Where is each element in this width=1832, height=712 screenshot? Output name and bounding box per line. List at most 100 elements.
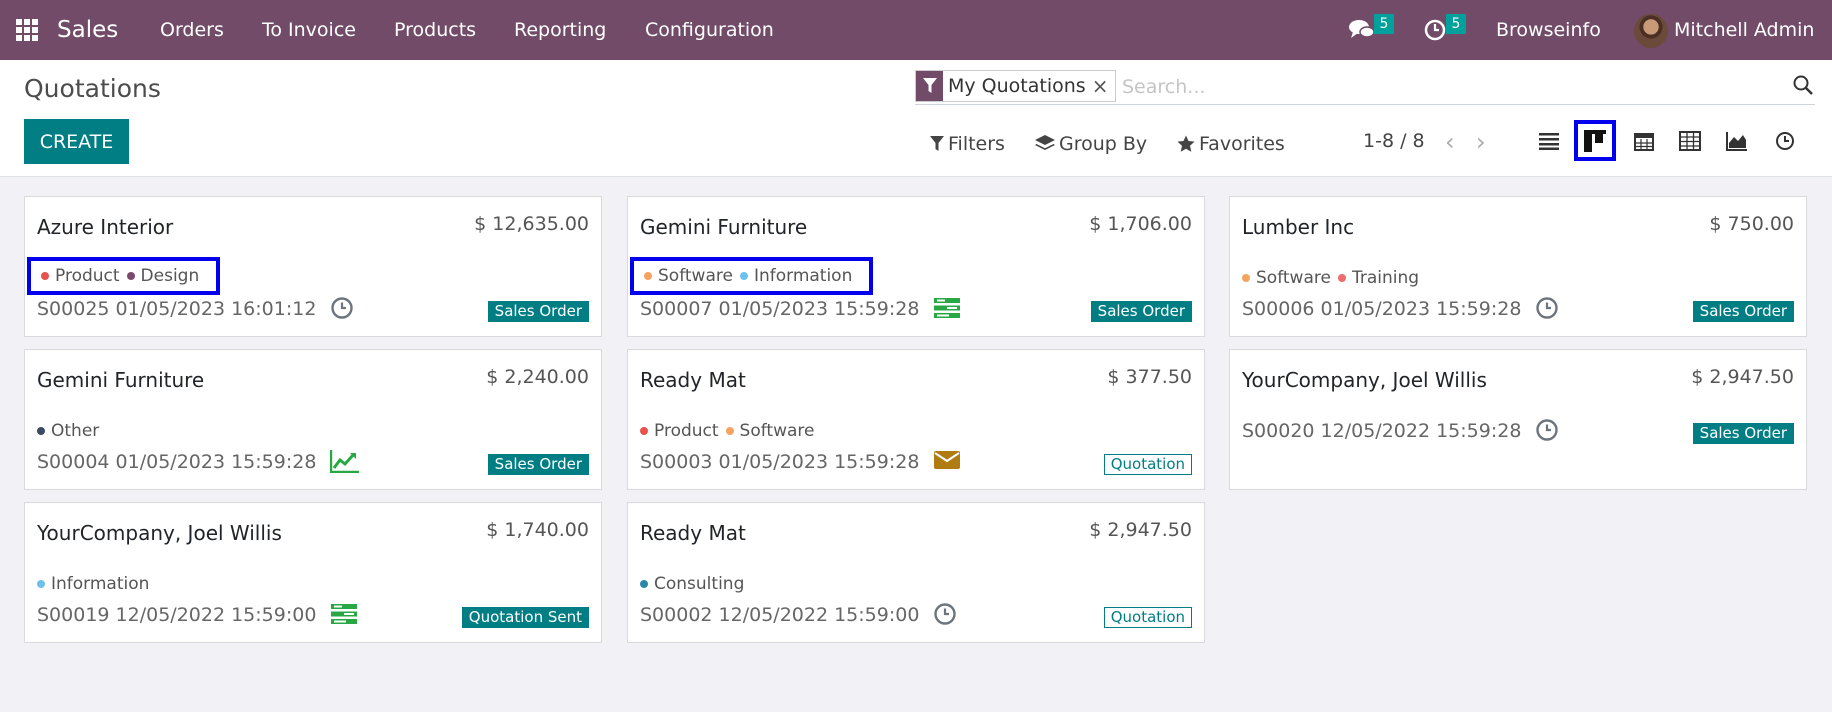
search-bar: My Quotations × [915, 70, 1815, 105]
kanban-card[interactable]: Lumber Inc $ 750.00 Software Training S00006… [1229, 196, 1807, 337]
clock-icon [1424, 19, 1446, 41]
kanban-icon [1584, 129, 1606, 152]
status-badge: Sales Order [1692, 423, 1794, 444]
star-icon [1177, 135, 1195, 152]
card-reference: S00025 01/05/2023 16:01:12 [37, 298, 317, 320]
card-reference: S00007 01/05/2023 15:59:28 [640, 298, 920, 320]
tag-color-dot [126, 272, 135, 280]
menu-orders[interactable]: Orders [160, 0, 224, 60]
card-reference: S00019 12/05/2022 15:59:00 [37, 604, 317, 626]
card-reference: S00006 01/05/2023 15:59:28 [1242, 298, 1522, 320]
user-menu[interactable]: Mitchell Admin [1674, 0, 1814, 60]
clock-icon[interactable] [933, 602, 957, 630]
card-amount: $ 2,947.50 [1089, 519, 1192, 541]
card-customer: YourCompany, Joel Willis [1242, 368, 1487, 392]
kanban-card[interactable]: Ready Mat $ 377.50 Product Software S00003 0… [627, 349, 1205, 490]
status-badge: Sales Order [1090, 301, 1192, 322]
tag-label: Training [1351, 268, 1420, 288]
status-badge: Quotation [1103, 607, 1192, 628]
table-icon [1679, 130, 1701, 151]
tag-color-dot [1337, 274, 1346, 282]
tag: Design [126, 266, 199, 286]
tag: Other [37, 421, 99, 441]
card-tags: Information [37, 573, 156, 595]
menu-configuration[interactable]: Configuration [645, 0, 774, 60]
pager-previous-icon[interactable]: ‹ [1445, 128, 1455, 156]
clock-icon[interactable] [330, 296, 354, 324]
filter-icon [916, 71, 943, 101]
view-calendar-button[interactable] [1623, 120, 1665, 161]
tag-color-dot [37, 580, 45, 588]
app-brand[interactable]: Sales [57, 0, 118, 60]
card-customer: Azure Interior [37, 215, 174, 239]
pager-value[interactable]: 1-8 / 8 [1363, 130, 1425, 152]
messages-count-badge: 5 [1374, 14, 1394, 34]
clock-icon[interactable] [1535, 296, 1559, 324]
kanban-card[interactable]: YourCompany, Joel Willis $ 1,740.00 Inform… [24, 502, 602, 643]
kanban-card[interactable]: Ready Mat $ 2,947.50 Consulting S00002 12/0… [627, 502, 1205, 643]
view-pivot-button[interactable] [1669, 120, 1711, 161]
tag: Information [739, 266, 852, 286]
company-switcher[interactable]: Browseinfo [1496, 0, 1601, 60]
messages-button[interactable] [1349, 0, 1375, 60]
chart-line-icon[interactable] [330, 449, 360, 477]
kanban-card[interactable]: Azure Interior $ 12,635.00 Product Design S0… [24, 196, 602, 337]
apps-menu-icon[interactable] [16, 0, 40, 60]
kanban-card[interactable]: Gemini Furniture $ 1,706.00 Software Inform… [627, 196, 1205, 337]
view-kanban-button[interactable] [1574, 120, 1616, 161]
tasks-icon[interactable] [330, 602, 358, 630]
card-amount: $ 12,635.00 [474, 213, 589, 235]
create-button[interactable]: CREATE [24, 119, 129, 164]
card-reference: S00004 01/05/2023 15:59:28 [37, 451, 317, 473]
search-icon[interactable] [1793, 75, 1813, 99]
pager-next-icon[interactable]: › [1476, 128, 1486, 156]
filters-button[interactable]: Filters [930, 130, 1005, 158]
page-title: Quotations [24, 74, 161, 103]
kanban-card[interactable]: YourCompany, Joel Willis $ 2,947.50 S00020… [1229, 349, 1807, 490]
card-tags: Software Information [630, 257, 874, 295]
tag: Software [644, 266, 733, 286]
card-tags: Consulting [640, 573, 751, 595]
status-badge: Quotation Sent [461, 607, 589, 628]
tasks-icon[interactable] [933, 296, 961, 324]
group-by-label: Group By [1059, 133, 1148, 155]
tag-color-dot [1242, 274, 1250, 282]
tag: Consulting [640, 574, 744, 594]
calendar-icon [1634, 132, 1654, 151]
card-customer: YourCompany, Joel Willis [37, 521, 282, 545]
tag-color-dot [37, 427, 45, 435]
card-tags: Product Design [27, 257, 221, 295]
tag-color-dot [725, 427, 734, 435]
search-input[interactable] [1122, 72, 1762, 102]
card-customer: Ready Mat [640, 368, 746, 392]
tag-label: Software [739, 421, 815, 441]
card-tags: Product Software [640, 420, 822, 442]
activities-button[interactable] [1424, 0, 1446, 60]
card-customer: Gemini Furniture [37, 368, 205, 392]
tag-label: Consulting [654, 574, 745, 594]
favorites-label: Favorites [1199, 133, 1285, 155]
view-activity-button[interactable] [1764, 120, 1806, 161]
clock-icon[interactable] [1535, 418, 1559, 446]
menu-reporting[interactable]: Reporting [514, 0, 606, 60]
tag-color-dot [644, 272, 652, 280]
tag: Software [725, 421, 815, 441]
tag-label: Product [55, 266, 120, 286]
view-graph-button[interactable] [1716, 120, 1758, 161]
menu-products[interactable]: Products [394, 0, 476, 60]
card-amount: $ 2,947.50 [1691, 366, 1794, 388]
tag-color-dot [739, 272, 748, 280]
kanban-card[interactable]: Gemini Furniture $ 2,240.00 Other S00004 01… [24, 349, 602, 490]
card-customer: Gemini Furniture [640, 215, 808, 239]
menu-to-invoice[interactable]: To Invoice [262, 0, 356, 60]
group-by-button[interactable]: Group By [1035, 130, 1147, 158]
view-list-button[interactable] [1528, 120, 1570, 161]
search-facet: My Quotations × [915, 70, 1117, 102]
envelope-icon[interactable] [933, 449, 961, 475]
tag-label: Product [654, 421, 719, 441]
user-avatar[interactable] [1634, 14, 1668, 48]
layers-icon [1035, 135, 1055, 150]
favorites-button[interactable]: Favorites [1177, 130, 1285, 158]
facet-remove-icon[interactable]: × [1092, 71, 1116, 101]
card-tags: Other [37, 420, 106, 442]
